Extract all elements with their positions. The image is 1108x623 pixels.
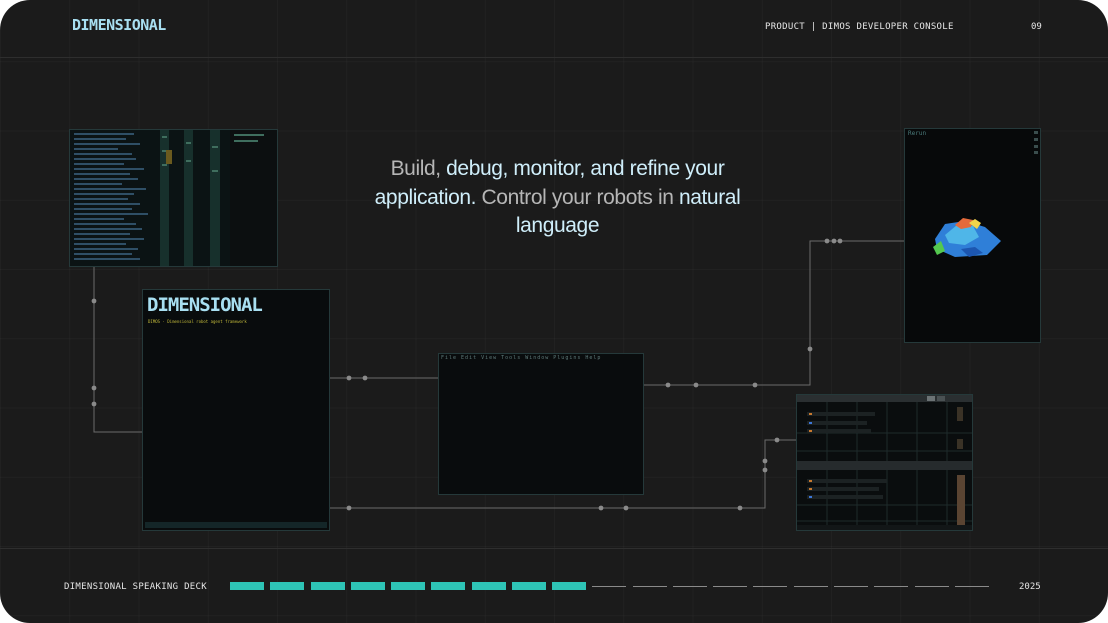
editor-menu-bar[interactable]: File Edit View Tools Window Plugins Help	[441, 355, 601, 361]
progress-segment-empty	[632, 585, 667, 587]
progress-segment-empty	[914, 585, 949, 587]
terminal-subtitle: DIMOS · Dimensional robot agent framewor…	[148, 319, 247, 324]
terminal-window[interactable]: DIMENSIONAL DIMOS · Dimensional robot ag…	[142, 289, 330, 531]
connector-dot	[737, 505, 743, 511]
connector-dot	[91, 298, 97, 304]
footer-bar: DIMENSIONAL SPEAKING DECK 2025	[0, 548, 1108, 623]
progress-segment-filled	[431, 582, 466, 590]
deck-label: DIMENSIONAL SPEAKING DECK	[64, 582, 207, 592]
progress-segment-empty	[874, 585, 909, 587]
progress-segment-empty	[954, 585, 989, 587]
progress-segment-filled	[511, 582, 546, 590]
connector-dot	[774, 437, 780, 443]
progress-segment-filled	[270, 582, 305, 590]
connector-dot	[346, 505, 352, 511]
connector-dot	[831, 238, 837, 244]
progress-segment-empty	[713, 585, 748, 587]
terminal-status-bar	[145, 522, 327, 528]
connector-dot	[91, 401, 97, 407]
connector-dot	[362, 375, 368, 381]
progress-bar	[230, 582, 995, 590]
connector-dot	[346, 375, 352, 381]
progress-segment-empty	[833, 585, 868, 587]
dashboard-panels	[797, 395, 972, 530]
connector-dot	[693, 382, 699, 388]
connector-dot	[623, 505, 629, 511]
progress-segment-filled	[552, 582, 587, 590]
headline-middle: Control your robots in	[476, 185, 679, 209]
viewer-window[interactable]: Rerun	[904, 128, 1041, 343]
log-table	[70, 130, 277, 266]
dashboard-window[interactable]	[796, 394, 973, 531]
connector-dot	[837, 238, 843, 244]
connector-dot	[91, 385, 97, 391]
progress-segment-filled	[350, 582, 385, 590]
progress-segment-empty	[793, 585, 828, 587]
connector-dot	[807, 346, 813, 352]
terminal-logo: DIMENSIONAL	[147, 294, 263, 316]
connector-dot	[762, 467, 768, 473]
progress-segment-filled	[471, 582, 506, 590]
connector-dot	[824, 238, 830, 244]
progress-segment-empty	[672, 585, 707, 587]
progress-segment-filled	[310, 582, 345, 590]
progress-segment-empty	[753, 585, 788, 587]
slide: DIMENSIONAL PRODUCT | DIMOS DEVELOPER CO…	[0, 0, 1108, 623]
year-label: 2025	[1019, 582, 1041, 592]
connector-dot	[762, 458, 768, 464]
headline-lead: Build,	[390, 157, 447, 180]
point-cloud-view	[933, 131, 1038, 257]
connector-dot	[598, 505, 604, 511]
progress-segment-filled	[230, 582, 264, 590]
progress-segment-filled	[391, 582, 426, 590]
headline: Build, debug, monitor, and refine your a…	[360, 155, 755, 241]
progress-segment-empty	[592, 585, 627, 587]
connector-dot	[752, 382, 758, 388]
monitor-window[interactable]	[69, 129, 278, 267]
editor-window[interactable]: File Edit View Tools Window Plugins Help	[438, 353, 644, 495]
connector-dot	[665, 382, 671, 388]
